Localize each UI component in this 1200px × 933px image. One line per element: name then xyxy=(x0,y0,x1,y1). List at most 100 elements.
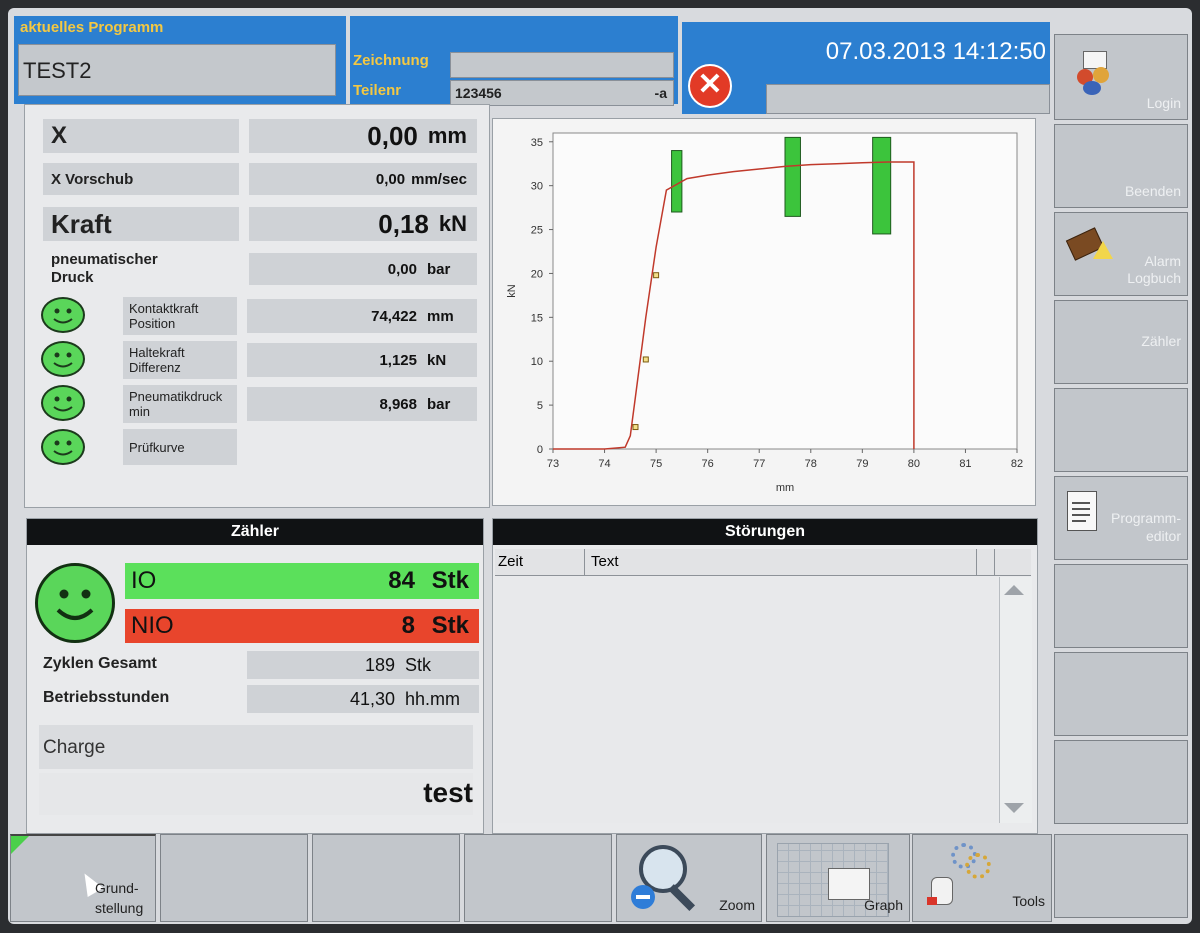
active-indicator xyxy=(11,836,29,854)
io-unit: Stk xyxy=(431,567,469,594)
cycles-unit: Stk xyxy=(405,654,432,675)
holding-force-smiley-icon xyxy=(41,341,85,377)
teilenr-field[interactable]: 123456 -a xyxy=(450,80,674,106)
faults-list xyxy=(495,577,997,823)
nio-value: 8 xyxy=(401,612,415,639)
faults-panel: Störungen Zeit Text xyxy=(492,518,1038,834)
bottom-empty-button-2[interactable] xyxy=(312,834,460,922)
login-button[interactable]: Login xyxy=(1054,34,1188,120)
x-feed-label: X Vorschub xyxy=(43,163,239,195)
sidebar-empty-button-4[interactable] xyxy=(1054,740,1188,824)
col-spacer xyxy=(979,549,995,575)
error-icon[interactable]: ✕ xyxy=(688,64,732,108)
sidebar-empty-button-2[interactable] xyxy=(1054,564,1188,648)
sidebar-empty-button-3[interactable] xyxy=(1054,652,1188,736)
faults-scrollbar[interactable] xyxy=(999,577,1032,823)
graph-label: Graph xyxy=(864,897,903,913)
y-tick-label: 30 xyxy=(531,181,543,193)
exit-button[interactable]: Beenden xyxy=(1054,124,1188,208)
chart-svg: 73 74 75 76 77 78 79 80 81 82 0 5 10 15 20 25 30 35 mm kN xyxy=(506,132,1023,494)
scroll-up-icon[interactable] xyxy=(1004,585,1024,595)
pressure-label: pneumatischer Druck xyxy=(51,251,158,286)
counter-button[interactable]: Zähler xyxy=(1054,300,1188,384)
alarm-log-label: Alarm Logbuch xyxy=(1127,253,1181,286)
alarm-log-button[interactable]: Alarm Logbuch xyxy=(1054,212,1188,296)
zoom-button[interactable]: Zoom xyxy=(616,834,762,922)
cycles-value-box: 189 Stk xyxy=(247,651,479,679)
cycles-label: Zyklen Gesamt xyxy=(43,655,157,672)
x-label: X xyxy=(43,119,239,153)
nio-label: NIO xyxy=(131,612,174,639)
x-tick-label: 76 xyxy=(702,458,714,470)
zoom-icon xyxy=(631,845,701,915)
login-label: Login xyxy=(1146,95,1181,111)
sidebar-empty-button-1[interactable] xyxy=(1054,388,1188,472)
tolerance-window xyxy=(671,150,683,213)
y-tick-label: 35 xyxy=(531,137,543,149)
x-tick-label: 81 xyxy=(959,458,971,470)
io-bg xyxy=(125,563,479,599)
hours-value: 41,30 xyxy=(349,688,395,709)
charge-value-box[interactable]: test xyxy=(39,773,473,815)
x-value-box: 0,00 mm xyxy=(249,119,477,153)
holding-force-value-box: 1,125 kN xyxy=(247,343,477,377)
nio-row: NIO 8 Stk xyxy=(125,609,479,643)
pressure-value: 0,00 xyxy=(387,260,417,278)
x-tick-label: 78 xyxy=(805,458,817,470)
x-tick-label: 74 xyxy=(598,458,610,470)
pneumatic-min-smiley-icon xyxy=(41,385,85,421)
holding-force-unit: kN xyxy=(427,351,447,369)
graph-button[interactable]: Graph xyxy=(766,834,910,922)
zoom-label: Zoom xyxy=(719,897,755,913)
tools-button[interactable]: Tools xyxy=(912,834,1052,922)
x-feed-unit: mm/sec xyxy=(411,170,467,188)
exit-label: Beenden xyxy=(1124,183,1181,199)
counter-smiley-icon xyxy=(35,563,115,643)
force-displacement-chart[interactable]: 73 74 75 76 77 78 79 80 81 82 0 5 10 15 20 25 30 35 mm kN xyxy=(492,118,1036,506)
pressure-unit: bar xyxy=(427,260,451,278)
x-axis-label: mm xyxy=(776,482,794,494)
sidebar: Login Beenden Alarm Logbuch Zähler Progr… xyxy=(1054,34,1188,906)
force-unit: kN xyxy=(438,211,467,236)
curve-marker xyxy=(632,424,639,431)
bottom-empty-button-1[interactable] xyxy=(160,834,308,922)
login-icon xyxy=(1073,51,1113,97)
col-time-header[interactable]: Zeit xyxy=(495,549,585,575)
charge-label-box: Charge xyxy=(39,725,473,769)
pneumatic-min-value: 8,968 xyxy=(379,395,417,413)
program-editor-icon xyxy=(1067,491,1097,531)
teilenr-label: Teilenr xyxy=(353,82,402,99)
status-header: 07.03.2013 14:12:50 ✕ xyxy=(682,22,1050,114)
home-position-button[interactable]: Grund-stellung xyxy=(10,834,156,922)
status-field xyxy=(766,84,1050,114)
curve-marker xyxy=(642,356,649,363)
program-value[interactable]: TEST2 xyxy=(18,44,336,96)
x-unit: mm xyxy=(427,123,467,148)
x-value: 0,00 xyxy=(367,120,418,151)
hours-label: Betriebsstunden xyxy=(43,689,170,706)
faults-title: Störungen xyxy=(493,519,1037,545)
contact-force-value-box: 74,422 mm xyxy=(247,299,477,333)
scroll-down-icon[interactable] xyxy=(1004,803,1024,813)
x-tick-label: 79 xyxy=(856,458,868,470)
bottom-empty-button-3[interactable] xyxy=(464,834,612,922)
x-tick-label: 82 xyxy=(1011,458,1023,470)
part-header: Zeichnung Teilenr 123456 -a xyxy=(350,16,678,106)
program-editor-button[interactable]: Programm-editor xyxy=(1054,476,1188,560)
program-label: aktuelles Programm xyxy=(20,19,164,36)
bottom-bar: Grund-stellung Zoom Graph Tools xyxy=(8,834,1192,924)
x-tick-label: 75 xyxy=(650,458,662,470)
pneumatic-min-unit: bar xyxy=(427,395,451,413)
contact-force-unit: mm xyxy=(427,307,454,325)
nio-bg xyxy=(125,609,479,643)
tools-icon xyxy=(927,843,991,909)
home-position-label: Grund-stellung xyxy=(95,880,144,916)
y-tick-label: 10 xyxy=(531,356,543,368)
bottom-empty-button-4[interactable] xyxy=(1054,834,1188,918)
io-row: IO 84 Stk xyxy=(125,563,479,599)
hours-unit: hh.mm xyxy=(405,688,461,709)
zeichnung-field[interactable] xyxy=(450,52,674,78)
y-tick-label: 5 xyxy=(537,400,543,412)
program-editor-label: Programm-editor xyxy=(1110,510,1181,544)
col-text-header[interactable]: Text xyxy=(587,549,977,575)
